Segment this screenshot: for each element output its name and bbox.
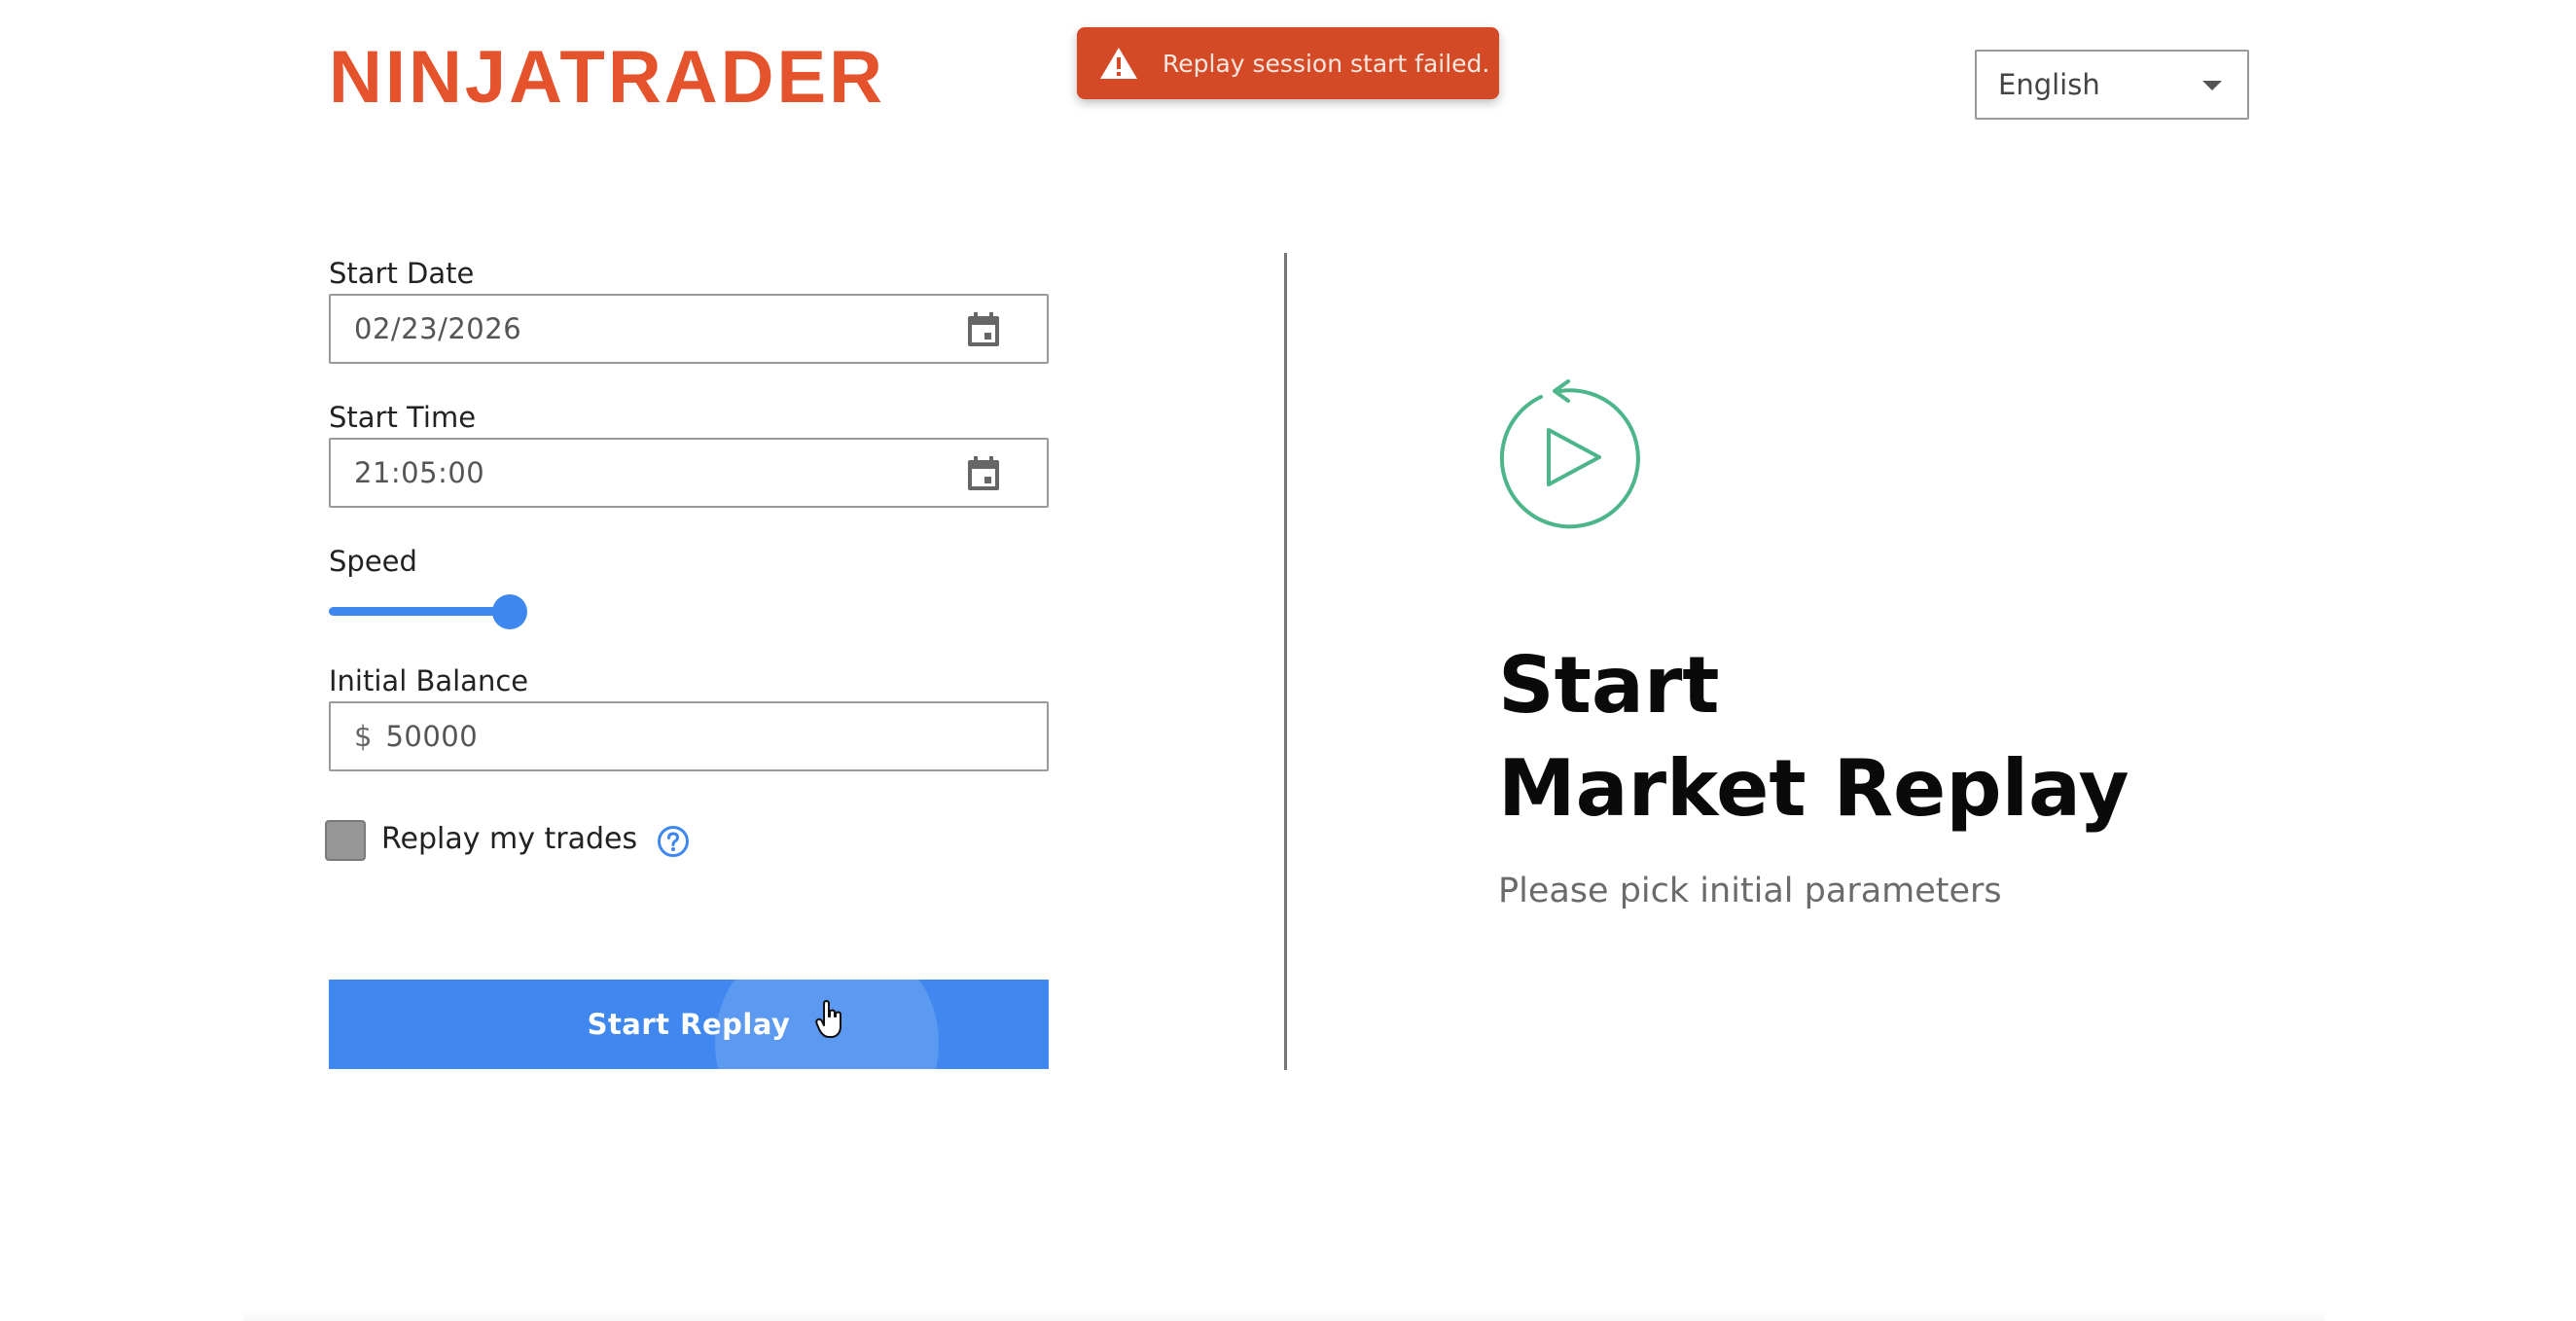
page-subtitle: Please pick initial parameters: [1498, 872, 2002, 910]
vertical-divider: [1284, 253, 1287, 1070]
language-value: English: [1998, 68, 2100, 101]
currency-prefix: $: [354, 720, 373, 753]
calendar-icon[interactable]: [967, 312, 1000, 347]
market-replay-page: NINJATRADER Replay session start failed.…: [0, 0, 2576, 1321]
hand-cursor-icon: [815, 1000, 841, 1038]
start-time-label: Start Time: [329, 401, 477, 434]
warning-icon: [1100, 48, 1137, 79]
language-select[interactable]: English: [1975, 50, 2249, 120]
start-replay-label: Start Replay: [587, 1008, 791, 1041]
slider-thumb[interactable]: [492, 594, 527, 629]
replay-trades-checkbox[interactable]: [325, 820, 366, 861]
bottom-shadow: [243, 1309, 2325, 1321]
initial-balance-label: Initial Balance: [329, 664, 529, 697]
initial-balance-value: 50000: [385, 720, 479, 753]
start-time-value: 21:05:00: [354, 456, 485, 489]
ninjatrader-logo: NINJATRADER: [329, 36, 886, 119]
title-line-1: Start: [1498, 640, 1720, 731]
toast-message: Replay session start failed.: [1163, 49, 1490, 78]
replay-play-icon: [1499, 379, 1640, 529]
speed-label: Speed: [329, 545, 417, 578]
speed-slider[interactable]: [329, 594, 527, 629]
start-date-label: Start Date: [329, 257, 475, 290]
start-date-value: 02/23/2026: [354, 312, 522, 345]
title-line-2: Market Replay: [1498, 743, 2129, 834]
start-time-field[interactable]: 21:05:00: [329, 438, 1049, 508]
chevron-down-icon: [2202, 81, 2222, 90]
initial-balance-field[interactable]: $ 50000: [329, 701, 1049, 771]
page-title: Start Market Replay: [1498, 634, 2129, 840]
help-icon[interactable]: [657, 825, 690, 858]
start-replay-button[interactable]: Start Replay: [329, 980, 1049, 1069]
replay-trades-label: Replay my trades: [381, 822, 638, 856]
slider-track[interactable]: [329, 607, 510, 616]
calendar-icon[interactable]: [967, 456, 1000, 491]
start-date-field[interactable]: 02/23/2026: [329, 294, 1049, 364]
error-toast: Replay session start failed.: [1077, 27, 1499, 99]
